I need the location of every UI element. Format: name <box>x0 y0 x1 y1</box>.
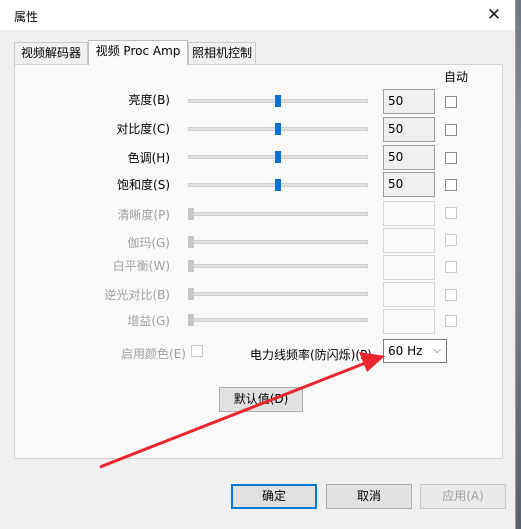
tab-video-proc-amp[interactable]: 视频 Proc Amp <box>88 40 188 65</box>
annotation-arrow-head <box>359 352 385 372</box>
annotation-arrow-line <box>99 360 369 469</box>
annotation-arrow-icon <box>99 352 385 469</box>
properties-dialog: 属性 ✕ 视频解码器 视频 Proc Amp 照相机控制 自动 亮度(B) 50… <box>0 0 516 529</box>
tab-label: 视频 Proc Amp <box>95 44 181 58</box>
